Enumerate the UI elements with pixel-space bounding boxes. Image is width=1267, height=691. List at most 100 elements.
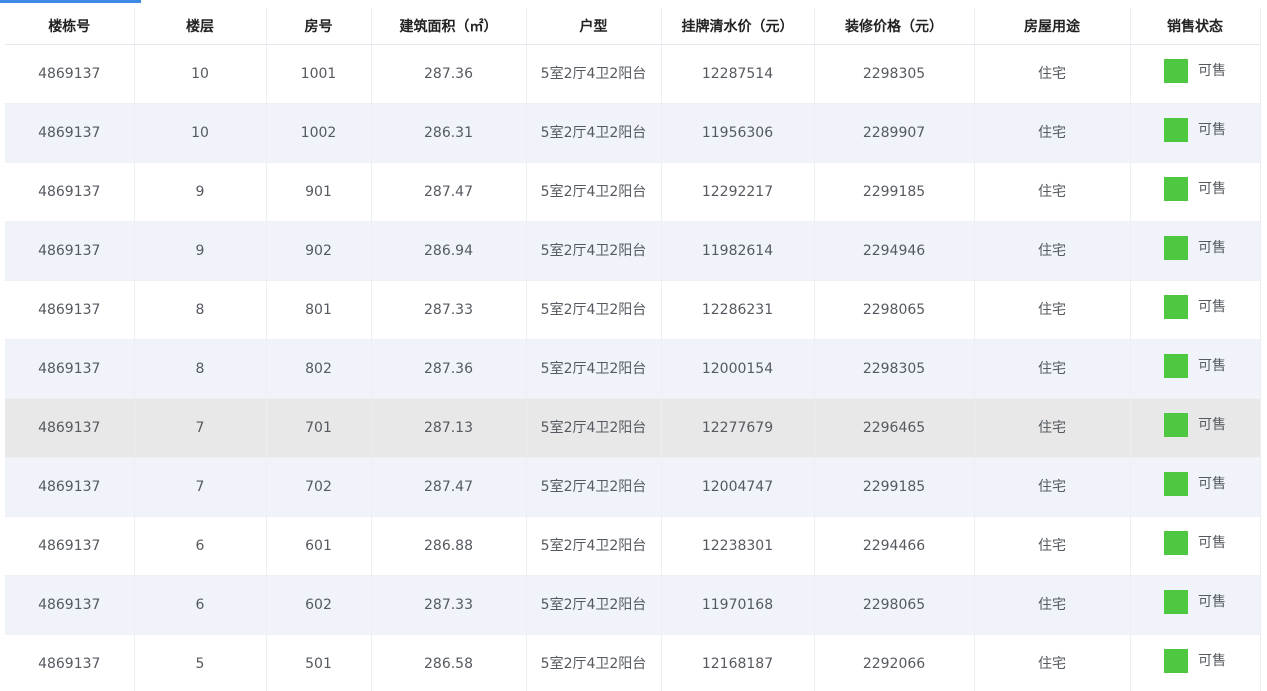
table-row[interactable]: 4869137 10 1002 286.31 5室2厅4卫2阳台 11956306 2289… [5, 103, 1261, 163]
status-label: 可售 [1198, 476, 1226, 492]
table-row[interactable]: 4869137 7 702 287.47 5室2厅4卫2阳台 12004747 229918… [5, 457, 1261, 517]
layout-text: 5室2厅4卫2阳台 [540, 361, 647, 377]
header-building: 楼栋号 [5, 8, 135, 45]
cell-usage: 住宅 [974, 103, 1131, 163]
status-color-swatch [1164, 472, 1188, 496]
status-badge: 可售 [1164, 649, 1226, 673]
status-label: 可售 [1198, 358, 1226, 374]
status-badge: 可售 [1164, 177, 1226, 201]
status-label: 可售 [1198, 653, 1226, 669]
status-label: 可售 [1198, 417, 1226, 433]
cell-usage: 住宅 [974, 44, 1131, 104]
status-label: 可售 [1198, 122, 1226, 138]
cell-floor: 8 [134, 339, 267, 399]
status-color-swatch [1164, 177, 1188, 201]
cell-decoration-price: 2298305 [814, 44, 975, 104]
cell-listed-price: 11982614 [661, 221, 815, 281]
cell-area: 287.47 [371, 162, 527, 222]
cell-sales-status: 可售 [1130, 280, 1261, 340]
table-header: 楼栋号 楼层 房号 建筑面积（㎡） 户型 挂牌清水价（元） 装修价格（元） 房屋… [5, 8, 1261, 45]
layout-text: 5室2厅4卫2阳台 [540, 538, 647, 554]
layout-text: 5室2厅4卫2阳台 [540, 302, 647, 318]
cell-area: 287.36 [371, 44, 527, 104]
cell-area: 287.47 [371, 457, 527, 517]
cell-usage: 住宅 [974, 634, 1131, 691]
cell-building: 4869137 [5, 339, 135, 399]
header-room: 房号 [266, 8, 372, 45]
cell-area: 287.33 [371, 280, 527, 340]
table-row[interactable]: 4869137 10 1001 287.36 5室2厅4卫2阳台 12287514 2298… [5, 44, 1261, 104]
cell-listed-price: 11970168 [661, 575, 815, 635]
cell-building: 4869137 [5, 457, 135, 517]
cell-floor: 10 [134, 103, 267, 163]
table-row[interactable]: 4869137 8 801 287.33 5室2厅4卫2阳台 12286231 229806… [5, 280, 1261, 340]
status-badge: 可售 [1164, 236, 1226, 260]
cell-sales-status: 可售 [1130, 634, 1261, 691]
layout-text: 5室2厅4卫2阳台 [540, 420, 647, 436]
cell-building: 4869137 [5, 398, 135, 458]
layout-text: 5室2厅4卫2阳台 [540, 66, 647, 82]
header-usage: 房屋用途 [974, 8, 1131, 45]
status-color-swatch [1164, 354, 1188, 378]
cell-room: 801 [266, 280, 372, 340]
cell-room: 501 [266, 634, 372, 691]
cell-listed-price: 12004747 [661, 457, 815, 517]
status-color-swatch [1164, 59, 1188, 83]
cell-room: 1002 [266, 103, 372, 163]
cell-room: 902 [266, 221, 372, 281]
status-color-swatch [1164, 236, 1188, 260]
table-row[interactable]: 4869137 8 802 287.36 5室2厅4卫2阳台 12000154 229830… [5, 339, 1261, 399]
table-row[interactable]: 4869137 9 902 286.94 5室2厅4卫2阳台 11982614 229494… [5, 221, 1261, 281]
cell-usage: 住宅 [974, 280, 1131, 340]
cell-floor: 9 [134, 221, 267, 281]
status-badge: 可售 [1164, 413, 1226, 437]
table-row[interactable]: 4869137 6 602 287.33 5室2厅4卫2阳台 11970168 229806… [5, 575, 1261, 635]
table-row[interactable]: 4869137 5 501 286.58 5室2厅4卫2阳台 12168187 229206… [5, 634, 1261, 691]
cell-decoration-price: 2294946 [814, 221, 975, 281]
cell-layout: 5室2厅4卫2阳台 [526, 457, 662, 517]
status-label: 可售 [1198, 299, 1226, 315]
cell-decoration-price: 2296465 [814, 398, 975, 458]
header-listed-price: 挂牌清水价（元） [661, 8, 815, 45]
table-row[interactable]: 4869137 7 701 287.13 5室2厅4卫2阳台 12277679 229646… [5, 398, 1261, 458]
cell-sales-status: 可售 [1130, 221, 1261, 281]
cell-building: 4869137 [5, 103, 135, 163]
table-body: 4869137 10 1001 287.36 5室2厅4卫2阳台 12287514 2298… [5, 44, 1261, 691]
cell-layout: 5室2厅4卫2阳台 [526, 44, 662, 104]
layout-text: 5室2厅4卫2阳台 [540, 125, 647, 141]
header-floor: 楼层 [134, 8, 267, 45]
cell-area: 287.33 [371, 575, 527, 635]
layout-text: 5室2厅4卫2阳台 [540, 243, 647, 259]
status-badge: 可售 [1164, 59, 1226, 83]
cell-area: 286.58 [371, 634, 527, 691]
cell-usage: 住宅 [974, 339, 1131, 399]
housing-units-table: 楼栋号 楼层 房号 建筑面积（㎡） 户型 挂牌清水价（元） 装修价格（元） 房屋… [5, 8, 1261, 691]
cell-building: 4869137 [5, 575, 135, 635]
status-color-swatch [1164, 295, 1188, 319]
cell-decoration-price: 2294466 [814, 516, 975, 576]
cell-area: 286.94 [371, 221, 527, 281]
cell-floor: 10 [134, 44, 267, 104]
cell-building: 4869137 [5, 44, 135, 104]
active-tab-indicator [0, 0, 141, 3]
cell-layout: 5室2厅4卫2阳台 [526, 634, 662, 691]
cell-room: 602 [266, 575, 372, 635]
cell-floor: 8 [134, 280, 267, 340]
status-color-swatch [1164, 590, 1188, 614]
cell-sales-status: 可售 [1130, 457, 1261, 517]
status-badge: 可售 [1164, 295, 1226, 319]
cell-decoration-price: 2299185 [814, 162, 975, 222]
status-label: 可售 [1198, 594, 1226, 610]
cell-area: 286.31 [371, 103, 527, 163]
header-area: 建筑面积（㎡） [371, 8, 527, 45]
cell-area: 286.88 [371, 516, 527, 576]
cell-building: 4869137 [5, 280, 135, 340]
table-row[interactable]: 4869137 6 601 286.88 5室2厅4卫2阳台 12238301 229446… [5, 516, 1261, 576]
cell-sales-status: 可售 [1130, 398, 1261, 458]
header-sales-status: 销售状态 [1130, 8, 1261, 45]
cell-listed-price: 12238301 [661, 516, 815, 576]
layout-text: 5室2厅4卫2阳台 [540, 479, 647, 495]
table-row[interactable]: 4869137 9 901 287.47 5室2厅4卫2阳台 12292217 229918… [5, 162, 1261, 222]
cell-usage: 住宅 [974, 162, 1131, 222]
status-badge: 可售 [1164, 590, 1226, 614]
